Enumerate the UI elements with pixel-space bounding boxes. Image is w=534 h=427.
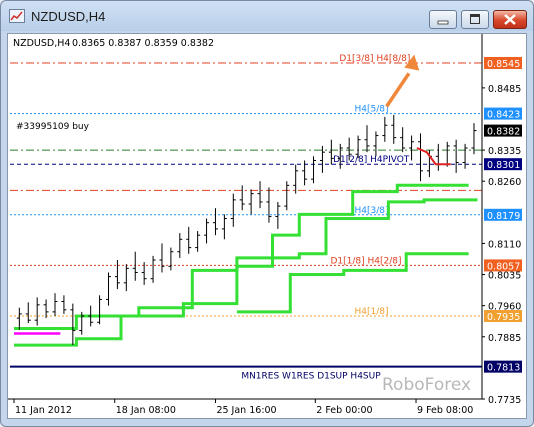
candle: [275, 201, 281, 229]
envelope-line: [14, 198, 478, 347]
candle: [123, 264, 129, 292]
price-tag: 0.8545: [484, 56, 522, 70]
price-tick-label: 0.8110: [488, 239, 521, 250]
candle: [97, 295, 103, 325]
chart-area[interactable]: NZDUSD,H4 0.8365 0.8387 0.8359 0.8382 #3…: [7, 33, 527, 419]
chart-window: NZDUSD,H4 NZDUSD,H4 0.8365 0.8387 0.8359…: [0, 0, 534, 427]
level-label: D1[1/8] H4[2/8]: [330, 256, 401, 266]
candle: [239, 185, 245, 211]
candle: [61, 295, 67, 314]
candle: [168, 247, 174, 271]
time-tick-label: 2 Feb 00:00: [316, 405, 372, 416]
price-tag: 0.8179: [484, 208, 522, 222]
candle: [212, 208, 218, 236]
candle: [204, 218, 210, 244]
price-tick-label: 0.7885: [488, 333, 521, 344]
title-bar[interactable]: NZDUSD,H4: [1, 1, 533, 33]
candle: [16, 307, 22, 330]
candle: [293, 164, 299, 194]
candle: [186, 226, 192, 254]
candle: [230, 193, 236, 227]
maximize-button[interactable]: [461, 10, 489, 29]
candle: [373, 131, 379, 157]
candle: [70, 303, 76, 346]
level-label: H4[1/8]: [355, 307, 389, 317]
candle: [150, 255, 156, 283]
candle: [391, 114, 397, 144]
candle: [221, 214, 227, 240]
price-tick-label: 0.8335: [488, 146, 521, 157]
candle: [266, 187, 272, 223]
candle: [284, 181, 290, 211]
window-title: NZDUSD,H4: [31, 9, 106, 24]
candle: [132, 251, 138, 281]
level-label: H4[5/8]: [355, 105, 389, 115]
candle: [105, 272, 111, 306]
candle: [43, 299, 49, 319]
candle: [257, 181, 263, 209]
price-tag-text: 0.7813: [487, 363, 520, 374]
minimize-button[interactable]: [429, 10, 457, 29]
level-label: D1[3/8] H4[8/8]: [339, 54, 410, 64]
candle: [34, 297, 40, 326]
price-tag-text: 0.8179: [487, 211, 520, 222]
candle: [195, 230, 201, 252]
candle: [417, 133, 423, 182]
watermark: RoboForex: [382, 375, 471, 395]
minimize-icon: [437, 20, 449, 25]
candle: [159, 243, 165, 273]
candle: [435, 143, 441, 171]
candle: [364, 125, 370, 153]
price-tag: 0.8423: [484, 107, 522, 121]
price-tag-text: 0.8423: [487, 110, 520, 121]
candle: [471, 123, 477, 155]
candle: [462, 143, 468, 169]
level-label: H4[3/8]: [355, 206, 389, 216]
trend-arrow-shaft: [385, 72, 411, 108]
annotations-layer: [385, 54, 451, 166]
last-price-tag: 0.8382: [484, 124, 522, 138]
price-tick-label: 0.8035: [488, 271, 521, 282]
chart-window-icon: [9, 9, 25, 23]
price-tag: 0.8301: [484, 158, 522, 171]
level-label: D1[2/8] H4PIVOT: [333, 155, 410, 165]
order-label: #33995109 buy: [16, 122, 90, 132]
time-tick-label: 18 Jan 08:00: [116, 405, 176, 416]
chart-symbol: NZDUSD,H4: [13, 38, 70, 49]
last-price-text: 0.8382: [487, 127, 520, 138]
price-tag-text: 0.7935: [487, 312, 520, 323]
levels-layer: D1[3/8] H4[8/8] H4[5/8] D1[2/8] H4PIVOT H4[…: [10, 54, 482, 382]
price-tag: 0.7813: [484, 360, 522, 374]
candle: [52, 293, 58, 317]
price-tag-text: 0.8545: [487, 59, 520, 70]
time-tick-label: 11 Jan 2012: [15, 405, 72, 416]
time-tick-label: 9 Feb 08:00: [417, 405, 473, 416]
candle: [248, 189, 254, 215]
chart-ohlc: 0.8365 0.8387 0.8359 0.8382: [72, 38, 214, 49]
candle: [114, 260, 120, 290]
maximize-icon: [470, 14, 480, 24]
candle: [400, 127, 406, 153]
level-label: MN1RES W1RES D1SUP H4SUP: [241, 372, 381, 382]
time-axis: 11 Jan 2012 18 Jan 08:00 25 Jan 16:00 2 Feb…: [8, 398, 482, 416]
candle: [311, 156, 317, 184]
price-tag-text: 0.8301: [487, 160, 520, 171]
candle: [453, 139, 459, 173]
price-tick-label: 0.7960: [488, 302, 521, 313]
candle: [177, 233, 183, 258]
price-tick-label: 0.8260: [488, 177, 521, 188]
price-tick-label: 0.7735: [488, 395, 521, 406]
time-tick-label: 25 Jan 16:00: [216, 405, 276, 416]
close-icon: [504, 14, 516, 25]
price-chart[interactable]: NZDUSD,H4 0.8365 0.8387 0.8359 0.8382 #3…: [8, 34, 526, 418]
price-axis: 0.85450.84230.83010.81790.80570.79350.78…: [481, 34, 522, 406]
close-button[interactable]: [493, 10, 527, 29]
candle: [444, 141, 450, 167]
candle: [409, 135, 415, 161]
price-tick-label: 0.8485: [488, 84, 521, 95]
candle: [382, 116, 388, 142]
candle: [25, 302, 31, 324]
